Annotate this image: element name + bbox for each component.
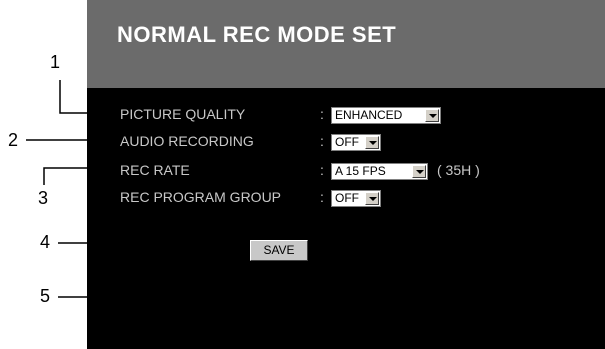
callout-lines: [26, 80, 281, 298]
callout-line-1: [59, 80, 115, 114]
callout-line-4: [58, 200, 199, 244]
callout-5: 5: [40, 286, 51, 306]
callout-3: 3: [38, 188, 49, 208]
callout-line-5: [58, 262, 281, 298]
callout-4: 4: [40, 232, 51, 252]
callout-1: 1: [50, 52, 61, 72]
callout-line-3: [43, 167, 115, 185]
callout-2: 2: [8, 130, 19, 150]
